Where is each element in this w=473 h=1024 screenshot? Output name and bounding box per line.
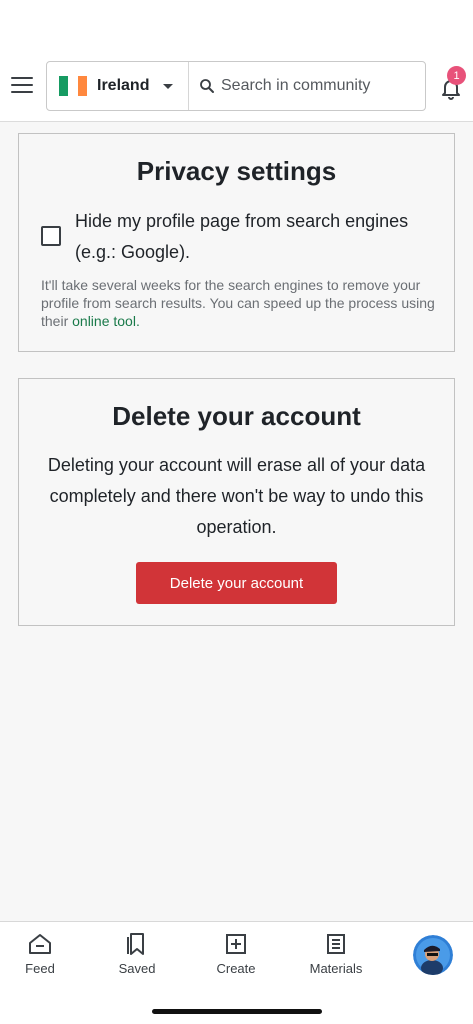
nav-create[interactable]: Create — [191, 932, 281, 976]
bookmark-icon — [127, 933, 144, 955]
country-selector[interactable]: Ireland — [47, 62, 189, 110]
nav-create-label: Create — [216, 961, 256, 976]
privacy-settings-card: Privacy settings Hide my profile page fr… — [18, 133, 455, 352]
nav-materials-label: Materials — [309, 961, 363, 976]
chevron-down-icon — [163, 83, 174, 89]
delete-account-card: Delete your account Deleting your accoun… — [18, 378, 455, 626]
search-icon — [200, 79, 214, 93]
locale-search-bar: Ireland — [46, 61, 426, 111]
hide-profile-label[interactable]: Hide my profile page from search engines… — [75, 206, 415, 268]
nav-feed[interactable]: Feed — [0, 932, 85, 976]
search-box[interactable] — [189, 62, 425, 110]
online-tool-link[interactable]: online tool. — [72, 313, 140, 329]
delete-account-description: Deleting your account will erase all of … — [47, 455, 426, 537]
country-name: Ireland — [97, 77, 150, 94]
search-input[interactable] — [221, 77, 421, 95]
delete-account-title: Delete your account — [112, 401, 361, 431]
notification-badge: 1 — [447, 66, 466, 85]
menu-button[interactable] — [10, 75, 34, 95]
privacy-title: Privacy settings — [136, 156, 337, 186]
nav-feed-label: Feed — [25, 961, 55, 976]
privacy-note: It'll take several weeks for the search … — [41, 276, 441, 330]
home-indicator — [152, 1009, 322, 1014]
avatar-image — [413, 935, 453, 975]
plus-square-icon — [226, 934, 246, 954]
hide-profile-checkbox[interactable] — [41, 226, 61, 246]
status-bar — [0, 0, 473, 58]
top-bar: Ireland — [0, 58, 473, 122]
profile-avatar[interactable] — [413, 935, 453, 975]
document-icon — [327, 934, 345, 954]
menu-icon-line — [11, 77, 33, 80]
home-icon — [29, 934, 51, 954]
nav-materials[interactable]: Materials — [291, 932, 381, 976]
nav-saved-label: Saved — [118, 961, 156, 976]
ireland-flag-icon — [59, 76, 87, 96]
nav-saved[interactable]: Saved — [92, 932, 182, 976]
delete-account-button[interactable]: Delete your account — [136, 562, 337, 604]
menu-icon-line — [11, 83, 33, 87]
menu-icon-line — [11, 90, 33, 93]
